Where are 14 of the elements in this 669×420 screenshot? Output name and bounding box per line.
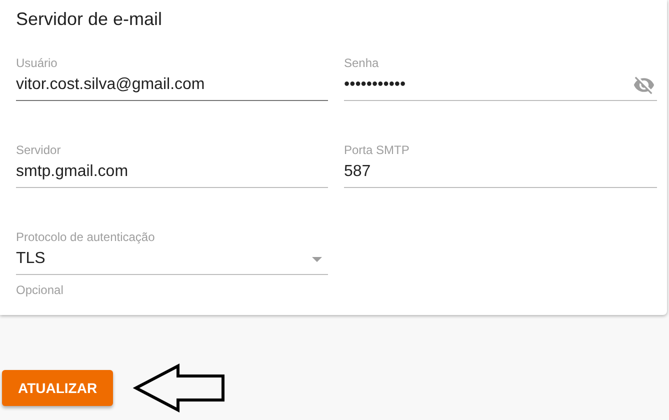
- eye-off-icon[interactable]: [633, 74, 655, 96]
- helper-text: Opcional: [16, 283, 64, 297]
- field-label: Usuário: [16, 56, 58, 70]
- card-title: Servidor de e-mail: [16, 8, 164, 31]
- select-field[interactable]: TLS: [16, 244, 328, 275]
- field-label: Protocolo de autenticação: [16, 230, 156, 244]
- input-field[interactable]: smtp.gmail.com: [16, 157, 328, 188]
- field-label: Porta SMTP: [344, 143, 410, 157]
- field-label: Senha: [344, 56, 380, 70]
- caret-icon: [312, 256, 322, 262]
- field-label: Servidor: [16, 143, 62, 157]
- input-field[interactable]: •••••••••••: [344, 70, 657, 101]
- input-field[interactable]: vitor.cost.silva@gmail.com: [16, 70, 328, 101]
- input-field[interactable]: 587: [344, 157, 657, 188]
